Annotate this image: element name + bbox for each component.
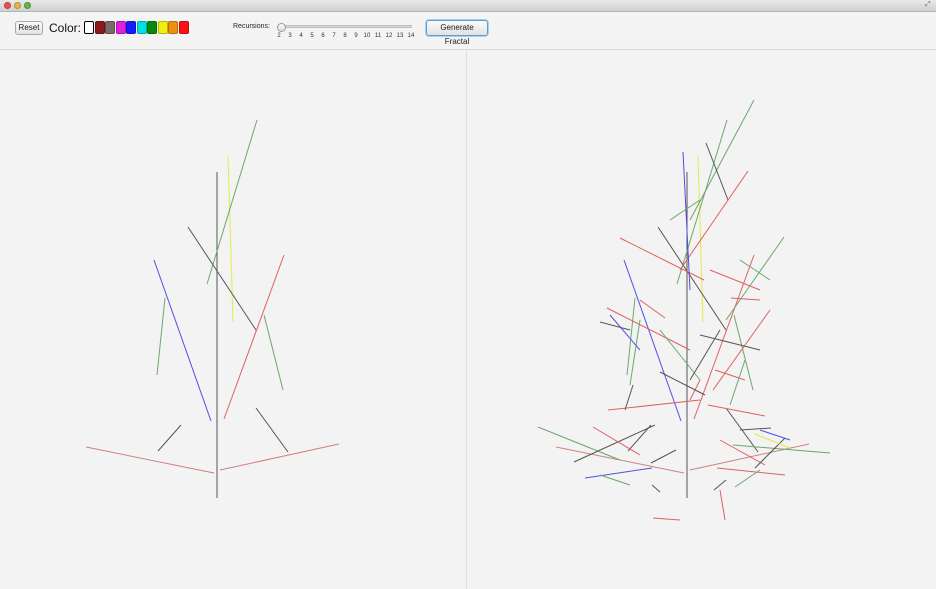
color-swatch[interactable] [136,21,147,34]
recursion-tick-label: 3 [288,33,292,39]
fractal-line [689,99,755,221]
fractal-line [592,426,641,456]
fractal-line [707,404,766,417]
fractal-line [739,427,772,431]
recursion-tick-label: 7 [332,33,336,39]
recursion-tick-label: 10 [363,33,371,39]
recursion-tick-label: 4 [299,33,303,39]
color-label: Color: [49,21,82,35]
toolbar: Reset Color: Recursions: 2 3 4 5 6 7 8 9 10 11 12 1… [0,12,936,50]
fractal-line [652,517,681,521]
color-swatch[interactable] [115,21,126,34]
fractal-line [187,226,257,331]
fractal-line [732,444,831,454]
fractal-line [227,155,234,323]
recursion-tick-label: 2 [277,33,281,39]
fractal-line [255,407,289,453]
reset-button[interactable]: Reset [15,21,43,35]
generate-fractal-button[interactable]: Generate Fractal [426,20,488,46]
color-swatch[interactable] [147,21,157,34]
fractal-line [153,259,212,422]
recursion-tick-label: 14 [407,33,415,39]
fractal-line [709,269,761,291]
fractal-line [584,467,653,479]
fractal-line [156,297,166,376]
fractal-line [730,297,761,301]
recursion-tick-label: 5 [310,33,314,39]
color-swatch[interactable] [84,21,94,34]
fractal-line [713,479,727,491]
recursion-tick-label: 9 [354,33,358,39]
fractal-line [609,314,641,351]
fractal-line [754,433,791,449]
color-swatch[interactable] [94,21,105,34]
recursion-tick-label: 13 [396,33,404,39]
fractal-line [657,226,727,331]
fullscreen-icon[interactable]: ⤢ [925,1,933,9]
fractal-line [623,259,682,422]
fractal-line [619,237,705,281]
fractal-line [759,429,791,441]
recursion-tick-label: 8 [343,33,347,39]
fractal-line [606,307,691,351]
fractal-line [599,321,631,331]
close-window-button[interactable] [4,2,11,9]
recursion-tick-label: 11 [374,33,382,39]
fractal-line [754,437,786,469]
color-swatch[interactable] [105,21,115,34]
fractal-line [263,314,284,391]
fractal-line [697,155,704,323]
fractal-line [573,424,656,463]
fractal-line [223,254,285,420]
color-swatch[interactable] [178,21,189,34]
fractal-line [689,443,810,471]
fractal-line [733,314,754,391]
fractal-canvas-left[interactable] [0,50,466,589]
color-swatch[interactable] [126,21,136,34]
fractal-line [716,467,786,476]
recursions-slider-knob[interactable] [277,23,286,32]
fractal-line [734,469,761,488]
title-bar: ⤢ [0,0,936,12]
fractal-line [725,236,785,321]
fractal-line [719,439,766,466]
fractal-line [206,119,258,285]
recursions-label: Recursions: [233,23,270,30]
fractal-line [157,424,182,452]
fractal-line [219,443,340,471]
fractal-line [599,474,631,486]
recursions-slider[interactable] [277,23,412,32]
fractal-line [712,309,771,391]
fractal-line [607,399,701,411]
fractal-canvas-right[interactable] [467,50,936,589]
fractal-line [676,119,728,285]
fractal-line [85,446,215,474]
recursion-tick-label: 12 [385,33,393,39]
minimize-window-button[interactable] [14,2,21,9]
color-swatch[interactable] [157,21,168,34]
recursion-tick-label: 6 [321,33,325,39]
zoom-window-button[interactable] [24,2,31,9]
fractal-line [679,170,749,271]
fractal-line [624,384,634,411]
fractal-line [729,359,746,406]
fractal-line [650,449,677,464]
fractal-line [651,484,661,493]
fractal-line [689,329,721,381]
fractal-line [537,426,621,461]
color-swatch[interactable] [168,21,178,34]
fractal-line [719,489,726,521]
